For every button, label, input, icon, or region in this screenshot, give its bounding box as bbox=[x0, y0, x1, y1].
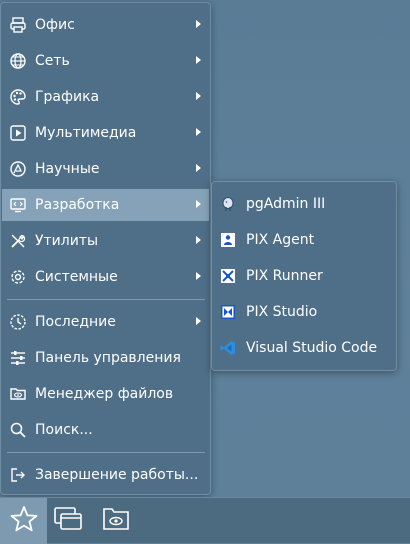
submenu-item-pix-agent[interactable]: PIX Agent bbox=[213, 224, 395, 256]
submenu-item-pgadmin[interactable]: pgAdmin III bbox=[213, 188, 395, 220]
submenu-item-label: pgAdmin III bbox=[246, 196, 326, 212]
menu-item-shutdown[interactable]: Завершение работы... bbox=[2, 459, 209, 491]
menu-item-utilities[interactable]: Утилиты bbox=[2, 225, 209, 257]
menu-item-science[interactable]: Научные bbox=[2, 153, 209, 185]
menu-item-multimedia[interactable]: Мультимедиа bbox=[2, 117, 209, 149]
pix-studio-icon bbox=[219, 303, 237, 321]
pix-agent-icon bbox=[219, 231, 237, 249]
menu-item-label: Поиск... bbox=[35, 422, 93, 438]
menu-item-label: Менеджер файлов bbox=[35, 386, 174, 402]
vscode-icon bbox=[219, 339, 237, 357]
chevron-right-icon bbox=[196, 20, 201, 28]
folder-eye-icon bbox=[101, 506, 131, 536]
menu-item-office[interactable]: Офис bbox=[2, 9, 209, 41]
show-windows-button[interactable] bbox=[51, 505, 85, 537]
submenu-item-pix-runner[interactable]: PIX Runner bbox=[213, 260, 395, 292]
chevron-right-icon bbox=[196, 200, 201, 208]
chevron-right-icon bbox=[196, 317, 201, 325]
menu-item-label: Утилиты bbox=[35, 233, 99, 249]
elephant-icon bbox=[219, 195, 237, 213]
science-icon bbox=[8, 159, 28, 179]
menu-item-label: Последние bbox=[35, 314, 116, 330]
menu-item-label: Системные bbox=[35, 269, 118, 285]
application-menu: Офис Сеть Графика Мультимедиа Научные Ра… bbox=[0, 2, 211, 495]
palette-icon bbox=[8, 87, 28, 107]
menu-item-label: Офис bbox=[35, 17, 75, 33]
windows-icon bbox=[53, 506, 83, 536]
history-icon bbox=[8, 312, 28, 332]
file-manager-icon bbox=[8, 384, 28, 404]
menu-item-control-panel[interactable]: Панель управления bbox=[2, 342, 209, 374]
chevron-right-icon bbox=[196, 164, 201, 172]
play-icon bbox=[8, 123, 28, 143]
chevron-right-icon bbox=[196, 56, 201, 64]
submenu-item-label: PIX Runner bbox=[246, 268, 323, 284]
gear-icon bbox=[8, 267, 28, 287]
sliders-icon bbox=[8, 348, 28, 368]
star-icon bbox=[9, 504, 39, 538]
code-icon bbox=[8, 195, 28, 215]
submenu-item-label: PIX Studio bbox=[246, 304, 318, 320]
menu-item-recent[interactable]: Последние bbox=[2, 306, 209, 338]
menu-item-label: Завершение работы... bbox=[35, 467, 199, 483]
logout-icon bbox=[8, 465, 28, 485]
file-manager-button[interactable] bbox=[99, 505, 133, 537]
menu-item-graphics[interactable]: Графика bbox=[2, 81, 209, 113]
menu-item-network[interactable]: Сеть bbox=[2, 45, 209, 77]
menu-separator bbox=[7, 452, 205, 453]
menu-item-label: Панель управления bbox=[35, 350, 181, 366]
submenu-item-label: Visual Studio Code bbox=[246, 340, 378, 356]
submenu-item-vscode[interactable]: Visual Studio Code bbox=[213, 332, 395, 364]
menu-item-development[interactable]: Разработка bbox=[2, 189, 209, 221]
menu-item-label: Разработка bbox=[35, 197, 120, 213]
tools-icon bbox=[8, 231, 28, 251]
menu-item-system[interactable]: Системные bbox=[2, 261, 209, 293]
chevron-right-icon bbox=[196, 92, 201, 100]
search-icon bbox=[8, 420, 28, 440]
menu-item-label: Графика bbox=[35, 89, 100, 105]
menu-item-label: Сеть bbox=[35, 53, 70, 69]
chevron-right-icon bbox=[196, 128, 201, 136]
chevron-right-icon bbox=[196, 236, 201, 244]
menu-separator bbox=[7, 299, 205, 300]
globe-icon bbox=[8, 51, 28, 71]
printer-icon bbox=[8, 15, 28, 35]
menu-item-label: Научные bbox=[35, 161, 100, 177]
development-submenu: pgAdmin III PIX Agent PIX Runner PIX Stu… bbox=[211, 181, 397, 371]
chevron-right-icon bbox=[196, 272, 201, 280]
submenu-item-pix-studio[interactable]: PIX Studio bbox=[213, 296, 395, 328]
menu-item-file-manager[interactable]: Менеджер файлов bbox=[2, 378, 209, 410]
menu-item-search[interactable]: Поиск... bbox=[2, 414, 209, 446]
menu-item-label: Мультимедиа bbox=[35, 125, 137, 141]
start-button[interactable] bbox=[0, 498, 47, 544]
pix-runner-icon bbox=[219, 267, 237, 285]
submenu-item-label: PIX Agent bbox=[246, 232, 315, 248]
taskbar bbox=[0, 497, 410, 544]
